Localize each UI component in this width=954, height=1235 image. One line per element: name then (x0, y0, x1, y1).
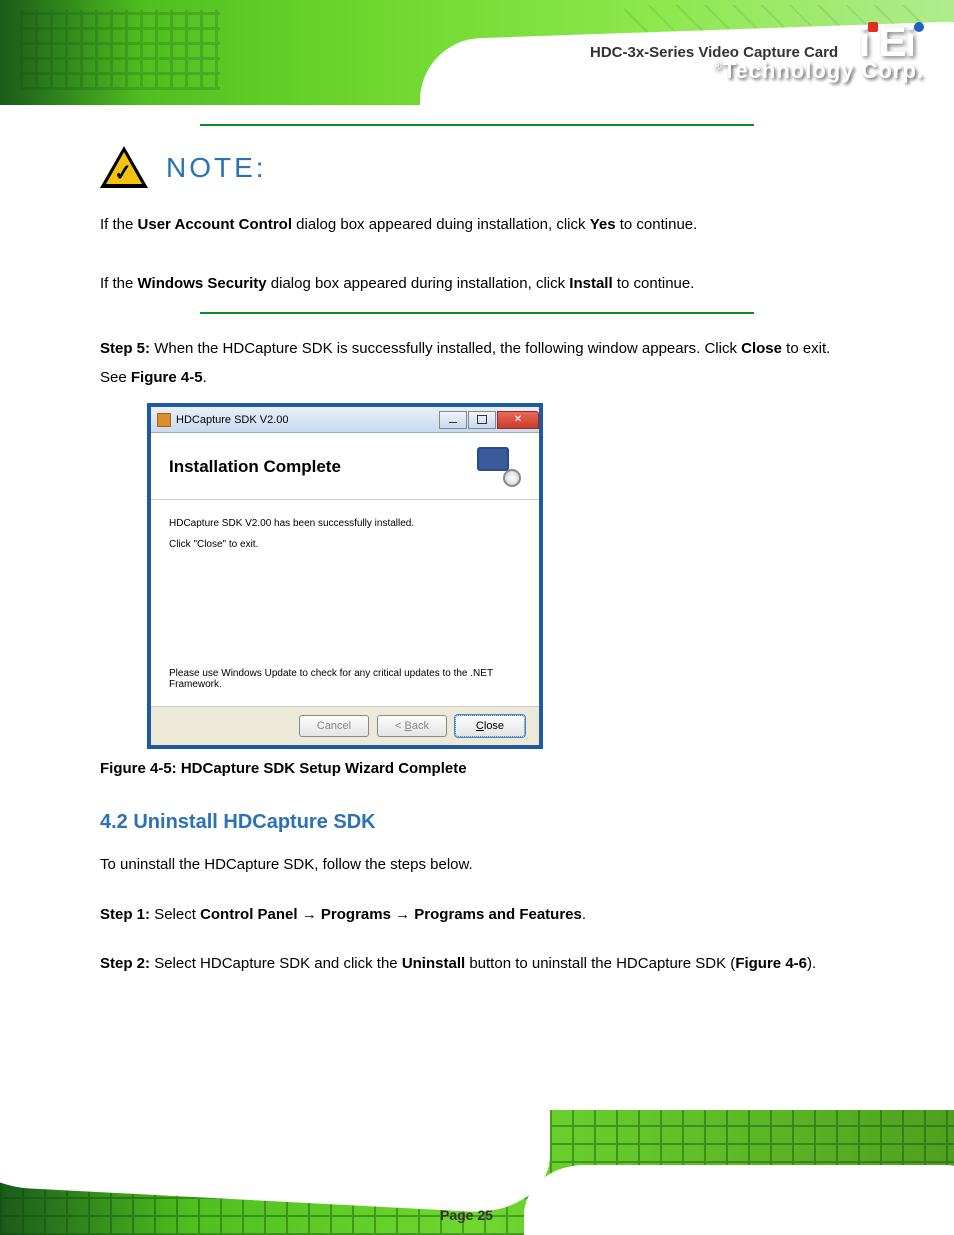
logo-tagline: ®Technology Corp. (713, 58, 924, 84)
note-block: ✓ NOTE: (100, 146, 854, 190)
tagline-text: Technology Corp. (723, 58, 924, 83)
step-number: Step 5: (100, 340, 150, 357)
arrow-icon: → (395, 906, 410, 923)
divider (200, 124, 754, 126)
dialog-body: HDCapture SDK V2.00 has been successfull… (151, 500, 539, 668)
back-button[interactable]: < Back (377, 715, 447, 737)
titlebar: HDCapture SDK V2.00 (151, 407, 539, 433)
installer-art-icon (477, 447, 521, 487)
minimize-button[interactable] (439, 411, 467, 429)
uninstall-step-2: Step 2: Select HDCapture SDK and click t… (100, 949, 854, 978)
step-number: Step 2: (100, 955, 150, 972)
step-5: Step 5: When the HDCapture SDK is succes… (100, 334, 854, 393)
close-button[interactable]: Close (455, 715, 525, 737)
installer-window: HDCapture SDK V2.00 Installation Complet… (150, 406, 540, 746)
figure-caption: Figure 4-5: HDCapture SDK Setup Wizard C… (100, 760, 854, 777)
dialog-header: Installation Complete (151, 433, 539, 500)
dialog-body-line: HDCapture SDK V2.00 has been successfull… (169, 518, 521, 529)
page-content: ✓ NOTE: If the User Account Control dial… (0, 110, 954, 984)
note-body: If the User Account Control dialog box a… (100, 210, 854, 298)
dialog-body-line: Click "Close" to exit. (169, 539, 521, 550)
window-controls (438, 411, 539, 429)
dialog-footer: Cancel < Back Close (151, 706, 539, 745)
dialog-heading: Installation Complete (169, 457, 477, 477)
section-heading: 4.2 Uninstall HDCapture SDK (100, 811, 854, 834)
arrow-icon: → (302, 906, 317, 923)
window-icon (157, 413, 171, 427)
uninstall-intro: To uninstall the HDCapture SDK, follow t… (100, 850, 854, 879)
divider (200, 312, 754, 314)
step-number: Step 1: (100, 906, 150, 923)
page-label: Page 25 (440, 1207, 493, 1223)
note-icon: ✓ (100, 146, 148, 190)
note-label: NOTE: (166, 152, 267, 184)
window-title: HDCapture SDK V2.00 (176, 414, 438, 426)
uninstall-step-1: Step 1: Select Control Panel → Programs … (100, 900, 854, 929)
product-name: HDC-3x-Series Video Capture Card (590, 44, 838, 61)
maximize-button[interactable] (468, 411, 496, 429)
screenshot-dialog: HDCapture SDK V2.00 Installation Complet… (150, 406, 854, 746)
close-window-button[interactable] (497, 411, 539, 429)
dialog-footer-note: Please use Windows Update to check for a… (151, 668, 539, 706)
white-swoosh (524, 1165, 954, 1235)
cancel-button[interactable]: Cancel (299, 715, 369, 737)
